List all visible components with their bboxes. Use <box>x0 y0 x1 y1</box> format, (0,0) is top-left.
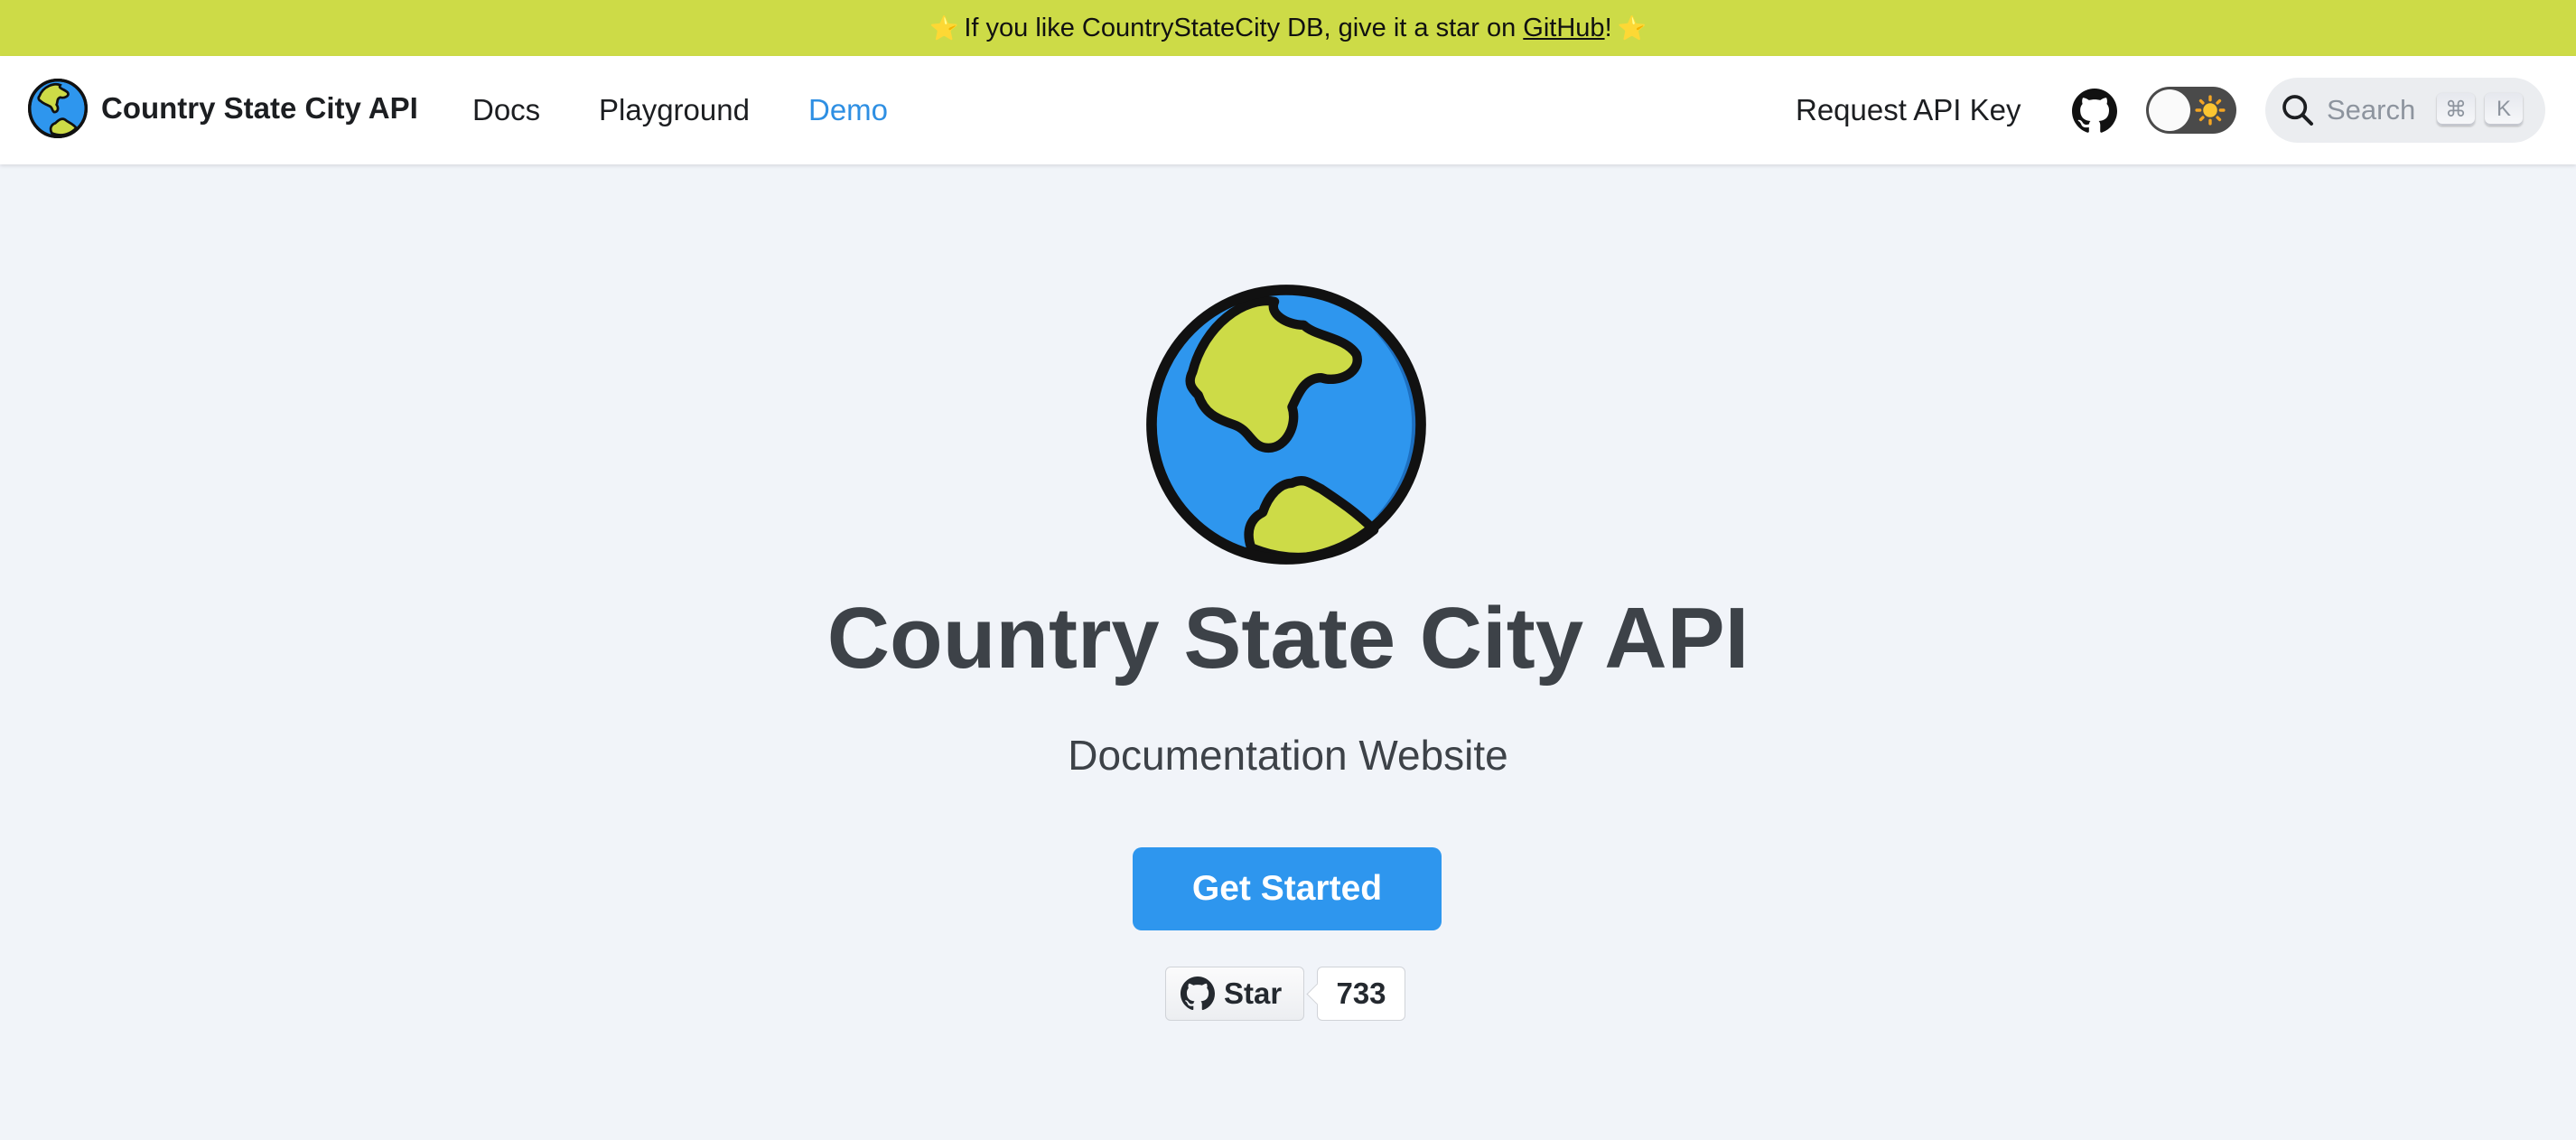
github-icon[interactable] <box>2072 89 2117 134</box>
search-placeholder: Search <box>2327 94 2416 126</box>
search-icon <box>2282 95 2313 126</box>
github-star-button[interactable]: Star <box>1165 967 1304 1021</box>
globe-icon <box>28 79 88 138</box>
announcement-suffix: ! <box>1604 13 1612 42</box>
github-star-label: Star <box>1224 976 1283 1010</box>
announcement-bar: ⭐ If you like CountryStateCity DB, give … <box>0 0 2576 56</box>
star-icon: ⭐ <box>1617 14 1647 42</box>
shortcut-key-cmd: ⌘ <box>2437 93 2475 126</box>
request-api-key-link[interactable]: Request API Key <box>1796 56 2021 164</box>
announcement-text: If you like CountryStateCity DB, give it… <box>964 13 1524 42</box>
github-icon <box>1181 976 1215 1011</box>
nav-link-docs[interactable]: Docs <box>472 56 540 164</box>
github-star-count[interactable]: 733 <box>1317 967 1405 1021</box>
search-button[interactable]: Search ⌘ K <box>2265 78 2545 143</box>
theme-toggle[interactable] <box>2146 87 2236 134</box>
hero-subtitle: Documentation Website <box>1068 732 1508 779</box>
toggle-knob <box>2149 89 2190 131</box>
globe-icon <box>1146 285 1426 565</box>
brand-link[interactable]: Country State City API <box>27 78 418 139</box>
announcement-github-link[interactable]: GitHub <box>1523 14 1604 43</box>
star-icon: ⭐ <box>929 14 959 42</box>
brand-title: Country State City API <box>101 91 418 125</box>
sun-icon <box>2195 95 2226 126</box>
navbar: Country State City API Docs Playground D… <box>0 56 2576 164</box>
shortcut-key-k: K <box>2485 93 2523 126</box>
nav-link-playground[interactable]: Playground <box>599 56 750 164</box>
get-started-button[interactable]: Get Started <box>1133 847 1442 930</box>
nav-link-demo[interactable]: Demo <box>808 56 888 164</box>
hero-title: Country State City API <box>826 590 1750 687</box>
